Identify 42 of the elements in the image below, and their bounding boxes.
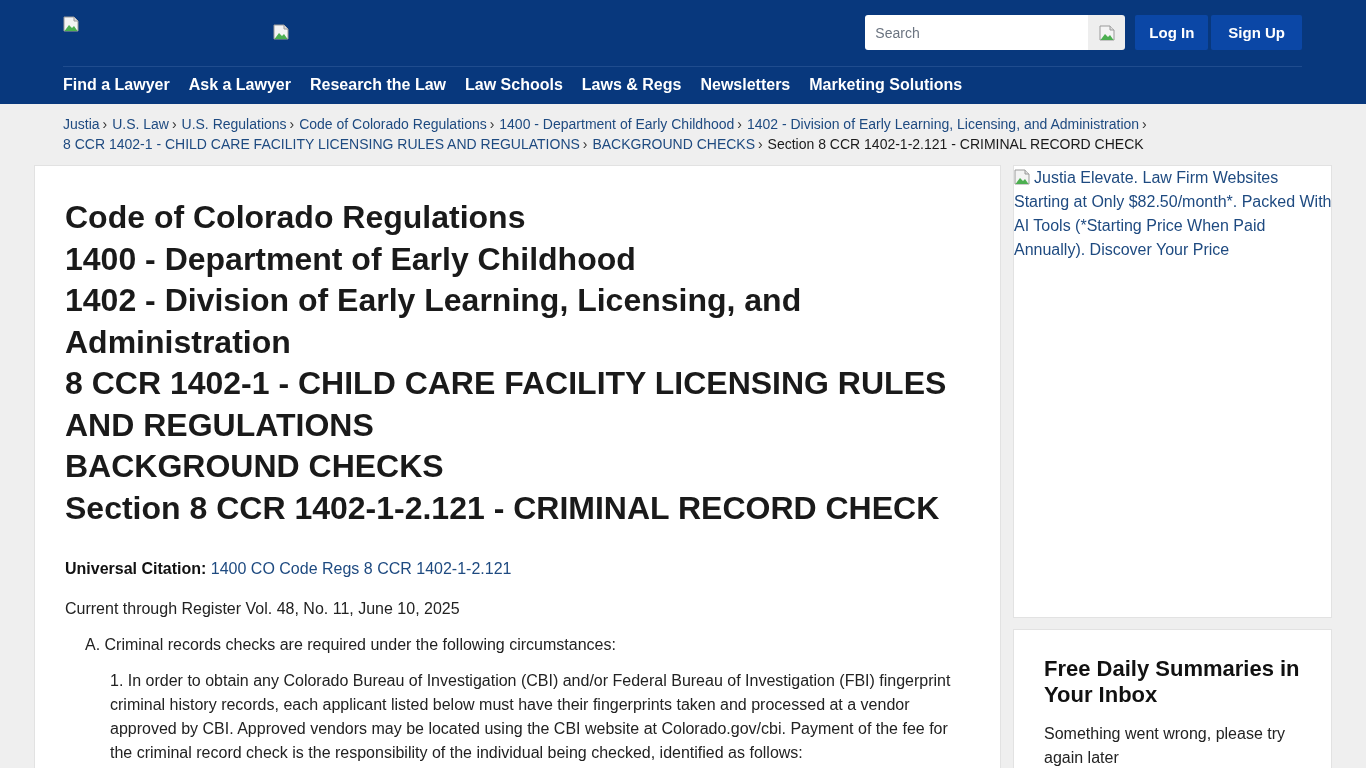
search-button[interactable] [1088,15,1126,50]
broken-image-icon [273,24,289,40]
breadcrumb-link[interactable]: BACKGROUND CHECKS [592,136,755,152]
signup-button[interactable]: Sign Up [1211,15,1302,50]
current-page-label: Section 8 CCR 1402-1-2.121 - CRIMINAL RECORD CHECK [767,136,1144,152]
citation-link[interactable]: 1400 CO Code Regs 8 CCR 1402-1-2.121 [210,560,512,577]
breadcrumb-separator: › [171,116,177,132]
logo-link[interactable] [273,24,289,40]
nav-link[interactable]: Newsletters [700,75,791,95]
logo-link[interactable] [63,16,79,32]
breadcrumb-link[interactable]: U.S. Law [112,116,169,132]
nav-link[interactable]: Research the Law [310,75,447,95]
login-button[interactable]: Log In [1135,15,1209,50]
breadcrumb-link[interactable]: Justia [63,116,100,132]
breadcrumb-link[interactable]: Code of Colorado Regulations [299,116,487,132]
nav-link[interactable]: Marketing Solutions [809,75,963,95]
currency-note: Current through Register Vol. 48, No. 11, June 10, 2025 [65,599,461,619]
breadcrumb-separator: › [582,136,588,152]
regulation-paragraph: A. Criminal records checks are required under the following circumstances: [85,635,617,655]
breadcrumb-separator: › [758,136,763,152]
nav-link[interactable]: Law Schools [465,75,563,95]
broken-image-icon [1098,24,1115,41]
breadcrumb-link[interactable]: 1400 - Department of Early Childhood [499,116,735,132]
nav-link[interactable]: Laws & Regs [581,75,682,95]
broken-image-icon [63,16,79,32]
breadcrumb-link[interactable]: 8 CCR 1402-1 - CHILD CARE FACILITY LICENSING RULES AND REGULATIONS [63,136,580,152]
ad-link[interactable]: Justia Elevate. Law Firm Websites Starting at Only $82.50/month*. Packed With AI Tools (*Starting Price When Paid Annually). Discover Your Price [1014,166,1336,262]
breadcrumb-link[interactable]: U.S. Regulations [181,116,287,132]
breadcrumb-link[interactable]: 1402 - Division of Early Learning, Licensing, and Administration [746,116,1140,132]
newsletter-message: Something went wrong, please try again later [1044,724,1286,768]
newsletter-title: Free Daily Summaries in Your Inbox [1044,656,1301,708]
page-title: Code of Colorado Regulations 1400 - Department of Early Childhood 1402 - Division of Early Learning, Licensing, and Administration 8 CCR 1402-1 - CHILD CARE FACILITY LICENSING RULES AND REGULATIONS BACKGROUND CHECKS Section 8 CCR 1402-1-2.121 - CRIMINAL RECORD CHECK [65,198,948,528]
breadcrumb-separator: › [1142,116,1147,132]
nav-link[interactable]: Find a Lawyer [63,75,170,95]
breadcrumb-separator: › [489,116,495,132]
breadcrumb-separator: › [737,116,742,132]
nav-link[interactable]: Ask a Lawyer [188,75,291,95]
citation-label: Universal Citation: [65,560,207,577]
breadcrumb-separator: › [102,116,108,132]
search-field[interactable]: Search [865,15,1089,50]
regulation-paragraph: 1. In order to obtain any Colorado Bureau of Investigation (CBI) and/or Federal Bureau of Investigation (FBI) fingerprint criminal history records, each applicant listed below must have their fingerprints taken and processed at a vendor approved by CBI. Approved vendors may be located using the CBI website at Colorado.gov/cbi. Payment of the fee for the criminal record check is the responsibility of the individual being checked, identified as follows: [110,671,952,763]
breadcrumb-separator: › [289,116,295,132]
